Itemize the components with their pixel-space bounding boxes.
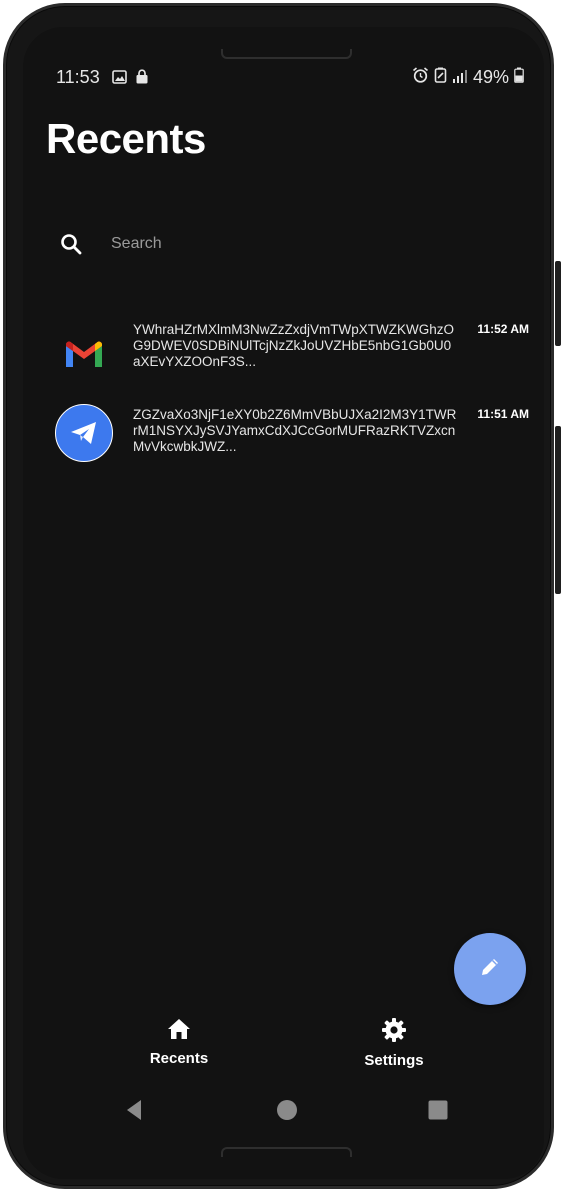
data-saver-icon	[434, 67, 447, 88]
status-time: 11:53	[56, 67, 100, 87]
telegram-icon	[55, 404, 113, 462]
gear-icon	[381, 1017, 407, 1048]
nav-recents[interactable]: Recents	[129, 1017, 229, 1067]
gmail-icon	[55, 326, 113, 384]
bottom-navigation: Recents Settings	[23, 1017, 544, 1077]
conversation-preview: YWhraHZrMXlmM3NwZzZxdjVmTWpXTWZKWGhzOG9D…	[133, 322, 454, 369]
battery-icon	[514, 67, 524, 88]
nav-settings[interactable]: Settings	[344, 1017, 444, 1069]
home-circle-icon[interactable]	[272, 1095, 302, 1125]
phone-frame: 11:53 49% Recents Search YWhraHZrMXlmM3N…	[3, 3, 561, 1189]
image-icon	[112, 69, 127, 89]
conversation-item-gmail[interactable]: YWhraHZrMXlmM3NwZzZxdjVmTWpXTWZKWGhzOG9D…	[23, 322, 544, 392]
battery-level: 49%	[472, 67, 509, 87]
volume-button	[555, 261, 561, 346]
signal-icon	[452, 67, 468, 88]
earpiece	[221, 49, 352, 59]
back-icon[interactable]	[119, 1095, 149, 1125]
conversation-preview: ZGZvaXo3NjF1eXY0b2Z6MmVBbUJXa2I2M3Y1TWRr…	[133, 407, 457, 454]
nav-recents-label: Recents	[149, 1050, 209, 1067]
alarm-icon	[412, 67, 429, 88]
pencil-icon	[478, 955, 502, 984]
screen: 11:53 49% Recents Search YWhraHZrMXlmM3N…	[23, 27, 544, 1179]
search-input[interactable]	[109, 234, 493, 254]
bottom-bezel-speaker	[221, 1147, 352, 1157]
lock-icon	[135, 69, 149, 89]
recents-square-icon[interactable]	[423, 1095, 453, 1125]
status-bar: 11:53 49%	[23, 65, 544, 91]
compose-button[interactable]	[454, 933, 526, 1005]
page-title: Recents	[46, 115, 206, 162]
search-bar[interactable]	[43, 212, 523, 276]
conversation-time: 11:51 AM	[477, 407, 529, 421]
nav-settings-label: Settings	[364, 1052, 424, 1069]
conversation-time: 11:52 AM	[477, 322, 529, 336]
conversation-item-telegram[interactable]: ZGZvaXo3NjF1eXY0b2Z6MmVBbUJXa2I2M3Y1TWRr…	[23, 404, 544, 465]
search-icon[interactable]	[43, 224, 99, 264]
power-button	[555, 426, 561, 594]
system-navigation-bar	[23, 1095, 544, 1125]
home-icon	[166, 1017, 192, 1046]
